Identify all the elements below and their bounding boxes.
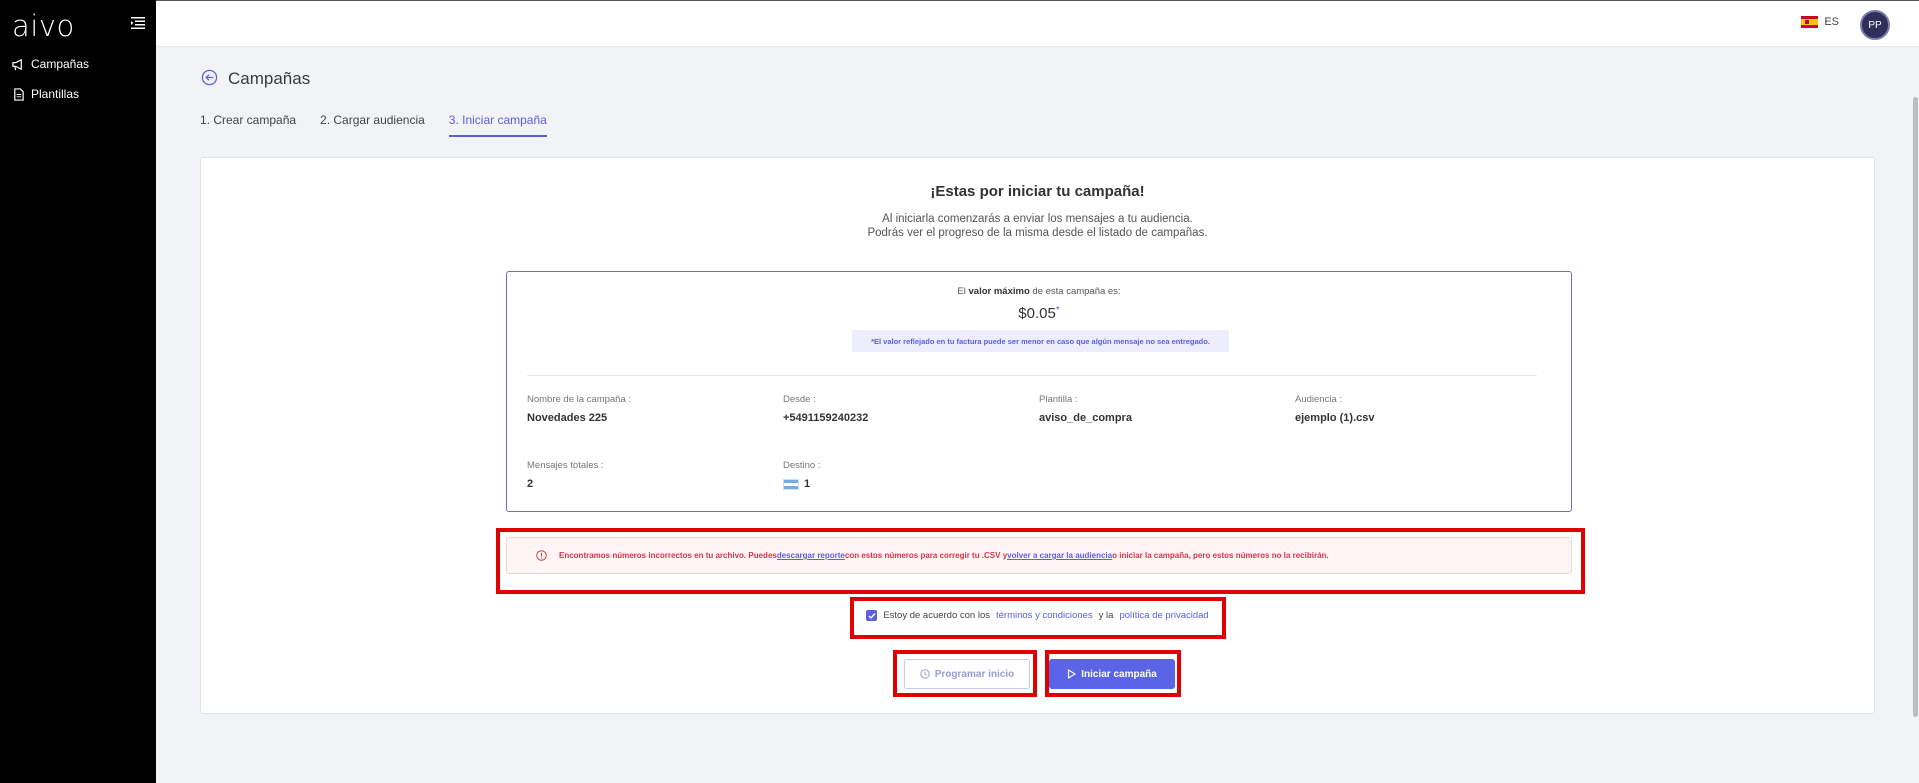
scrollbar-thumb[interactable]	[1913, 97, 1918, 717]
megaphone-icon	[12, 58, 22, 70]
back-arrow-icon[interactable]	[201, 69, 218, 86]
document-icon	[14, 87, 24, 101]
campaign-name-field: Nombre de la campaña : Novedades 225	[527, 394, 632, 424]
argentina-flag-icon	[783, 478, 799, 490]
tab-iniciar-campana[interactable]: 3. Iniciar campaña	[448, 113, 547, 137]
scrollbar[interactable]	[1911, 47, 1919, 783]
language-selector[interactable]: ES	[1801, 16, 1839, 28]
spain-flag-icon	[1801, 16, 1819, 28]
sidebar-item-label: Campañas	[31, 57, 90, 71]
sidebar-item-label: Plantillas	[31, 87, 80, 101]
max-value: $0.05*	[1018, 305, 1060, 322]
from-field: Desde : +5491159240232	[783, 394, 869, 424]
campaign-summary: El valor máximo de esta campaña es: $0.0…	[506, 271, 1572, 512]
highlight-terms	[850, 597, 1226, 639]
sidebar: aivo Campañas Plantillas	[0, 0, 156, 783]
highlight-start	[1045, 650, 1181, 697]
sidebar-item-campanas[interactable]: Campañas	[12, 57, 89, 71]
total-messages-field: Mensajes totales : 2	[527, 460, 604, 490]
language-label: ES	[1824, 16, 1839, 28]
tab-cargar-audiencia[interactable]: 2. Cargar audiencia	[320, 113, 425, 137]
topbar: ES PP	[156, 0, 1919, 47]
highlight-schedule	[893, 650, 1037, 697]
max-value-label: El valor máximo de esta campaña es:	[957, 286, 1121, 297]
invoice-note: *El valor reflejado en tu factura puede …	[852, 330, 1229, 352]
highlight-alert	[496, 528, 1585, 594]
page-title: Campañas	[228, 69, 311, 88]
divider	[527, 375, 1537, 376]
menu-toggle-icon[interactable]	[131, 17, 145, 29]
template-field: Plantilla : aviso_de_compra	[1039, 394, 1132, 424]
destination-field: Destino : 1	[783, 460, 821, 490]
tab-crear-campana[interactable]: 1. Crear campaña	[200, 113, 296, 137]
sidebar-item-plantillas[interactable]: Plantillas	[12, 87, 79, 101]
card-subtitle-1: Al iniciarla comenzarás a enviar los men…	[882, 213, 1193, 225]
avatar[interactable]: PP	[1860, 10, 1890, 40]
card-heading: ¡Estas por iniciar tu campaña!	[930, 183, 1145, 200]
audience-field: Audiencia : ejemplo (1).csv	[1295, 394, 1375, 424]
card-subtitle-2: Podrás ver el progreso de la misma desde…	[867, 227, 1208, 239]
stepper-tabs: 1. Crear campaña 2. Cargar audiencia 3. …	[200, 113, 571, 137]
app-logo: aivo	[12, 9, 75, 43]
